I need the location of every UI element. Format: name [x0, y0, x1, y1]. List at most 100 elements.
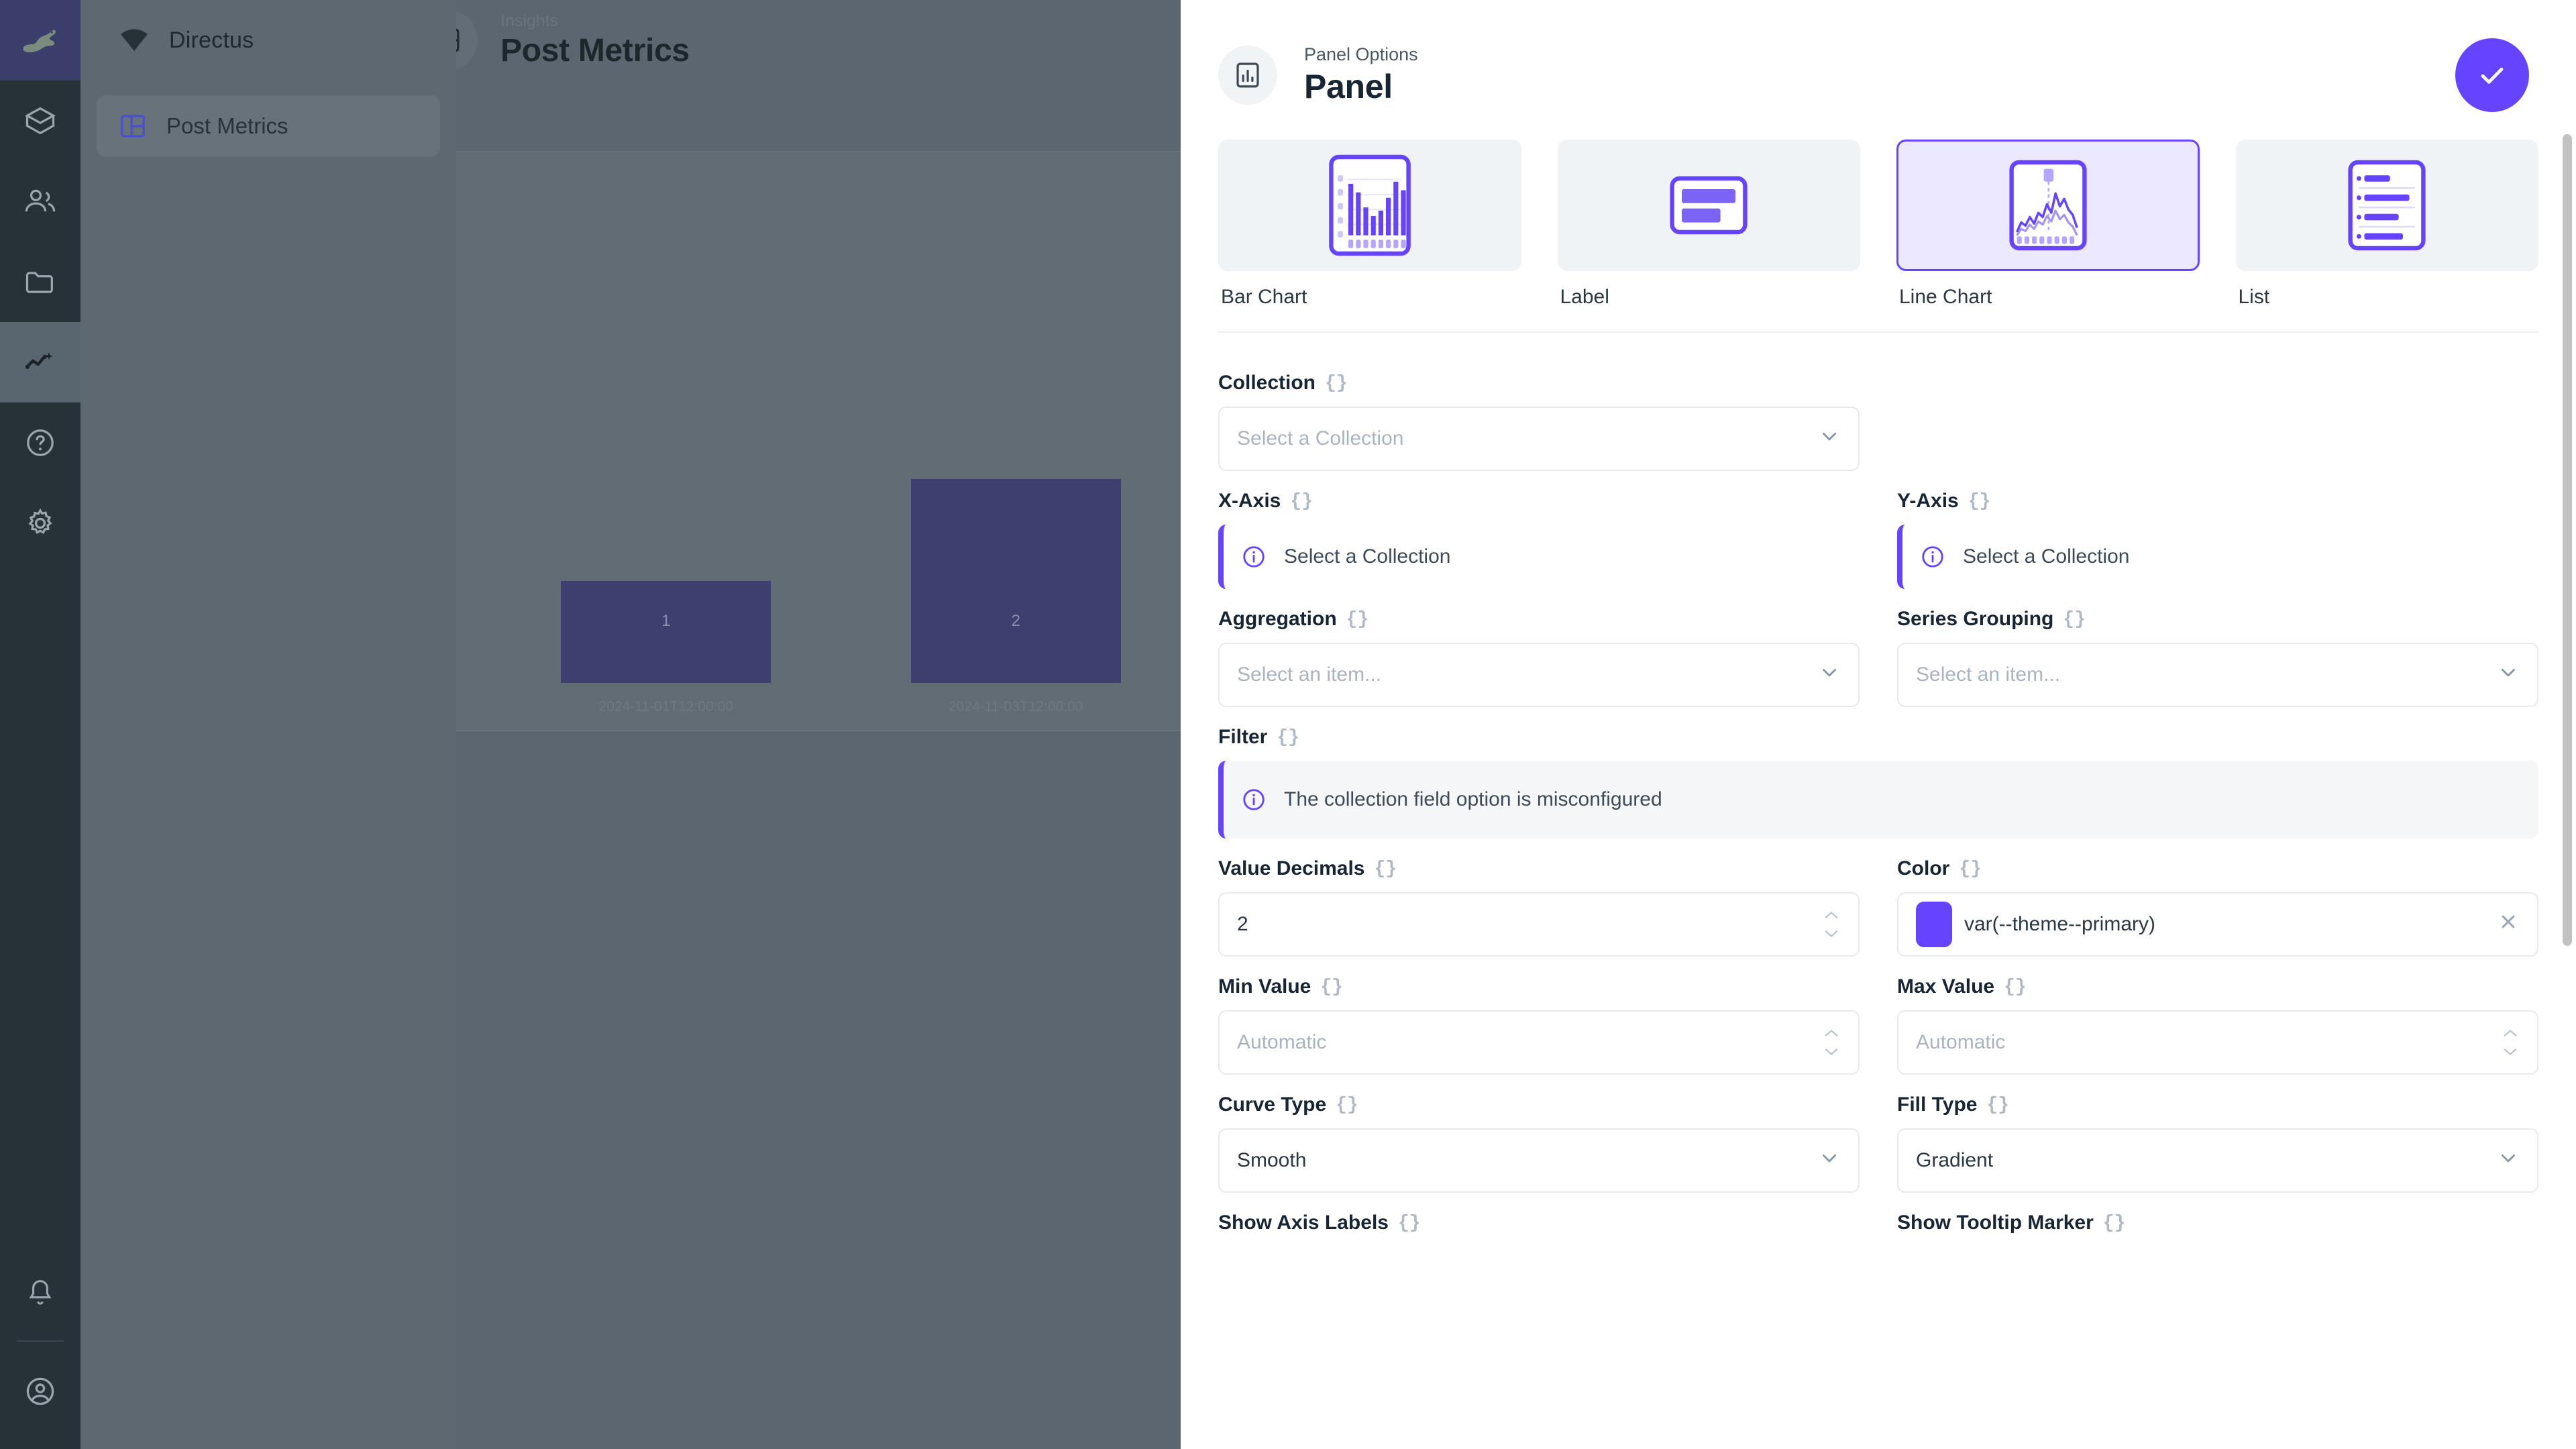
value-decimals-stepper[interactable] — [1822, 909, 1841, 940]
breadcrumb[interactable]: Insights — [500, 11, 690, 31]
raw-value-toggle-icon[interactable]: {} — [1398, 1213, 1421, 1234]
min-value-placeholder: Automatic — [1237, 1031, 1327, 1053]
y-axis-label: Y-Axis — [1897, 490, 1959, 512]
field-min-value: Min Value {} Automatic — [1218, 957, 1860, 1075]
chevron-up-icon — [1825, 912, 1838, 918]
panel-type-bar-chart[interactable]: Bar Chart — [1218, 140, 1521, 309]
y-axis-notice-text: Select a Collection — [1963, 545, 2130, 568]
aggregation-select[interactable]: Select an item... — [1218, 643, 1860, 707]
info-circle-icon — [1241, 544, 1267, 570]
field-label: Value Decimals {} — [1218, 857, 1860, 880]
raw-value-toggle-icon[interactable]: {} — [1290, 491, 1313, 512]
value-decimals-label: Value Decimals — [1218, 857, 1365, 879]
fill-type-select[interactable]: Gradient — [1897, 1128, 2538, 1193]
field-color: Color {} var(--theme--primary) — [1897, 839, 2538, 957]
x-axis-notice: Select a Collection — [1218, 525, 1860, 589]
drawer-eyebrow: Panel Options — [1304, 44, 1418, 64]
bar[interactable]: 2 — [910, 478, 1121, 683]
min-value-input[interactable]: Automatic — [1218, 1010, 1860, 1075]
bell-icon — [29, 1280, 52, 1305]
question-circle-icon — [27, 429, 54, 456]
series-grouping-label: Series Grouping — [1897, 608, 2054, 630]
raw-value-toggle-icon[interactable]: {} — [1374, 859, 1397, 879]
fill-type-value: Gradient — [1916, 1149, 1994, 1171]
chevron-down-icon — [2497, 661, 2520, 689]
raw-value-toggle-icon[interactable]: {} — [1959, 859, 1982, 879]
min-value-stepper[interactable] — [1822, 1027, 1841, 1058]
raw-value-toggle-icon[interactable]: {} — [2063, 609, 2086, 630]
show-tooltip-marker-label: Show Tooltip Marker — [1897, 1212, 2094, 1234]
raw-value-toggle-icon[interactable]: {} — [2103, 1213, 2126, 1234]
module-item-account[interactable] — [0, 1351, 80, 1432]
module-item-notifications[interactable] — [0, 1253, 80, 1334]
field-label: Y-Axis {} — [1897, 490, 2538, 513]
collection-select[interactable]: Select a Collection — [1218, 407, 1860, 471]
color-input[interactable]: var(--theme--primary) — [1897, 892, 2538, 957]
field-grid: Collection {} Select a Collection X-Axis — [1218, 333, 2538, 1246]
module-item-insights[interactable] — [0, 322, 80, 402]
raw-value-toggle-icon[interactable]: {} — [1346, 609, 1369, 630]
aggregation-placeholder: Select an item... — [1237, 663, 1382, 686]
field-series-grouping: Series Grouping {} Select an item... — [1897, 589, 2538, 707]
series-grouping-placeholder: Select an item... — [1916, 663, 2061, 686]
y-axis-notice: Select a Collection — [1897, 525, 2538, 589]
clear-color-button[interactable] — [2497, 910, 2520, 938]
max-value-stepper[interactable] — [2501, 1027, 2520, 1058]
check-icon — [2481, 67, 2504, 84]
color-value: var(--theme--primary) — [1964, 913, 2155, 935]
drawer-scrollbar[interactable] — [2563, 134, 2572, 946]
label-thumbnail — [1557, 140, 1860, 271]
directus-rabbit-logo[interactable] — [0, 0, 80, 80]
raw-value-toggle-icon[interactable]: {} — [1986, 1095, 2009, 1116]
raw-value-toggle-icon[interactable]: {} — [2004, 977, 2027, 998]
close-icon — [2502, 915, 2515, 928]
module-item-users[interactable] — [0, 161, 80, 241]
max-value-input[interactable]: Automatic — [1897, 1010, 2538, 1075]
max-value-label: Max Value — [1897, 975, 1995, 998]
value-decimals-input[interactable]: 2 — [1218, 892, 1860, 957]
module-item-settings[interactable] — [0, 483, 80, 564]
chevron-down-icon — [1818, 1146, 1841, 1175]
bar[interactable]: 1 — [561, 580, 771, 683]
collection-label: Collection — [1218, 372, 1316, 394]
curve-type-value: Smooth — [1237, 1149, 1307, 1171]
color-swatch[interactable] — [1916, 902, 1952, 947]
raw-value-toggle-icon[interactable]: {} — [1320, 977, 1343, 998]
module-item-help[interactable] — [0, 402, 80, 483]
box-icon — [25, 107, 56, 135]
series-grouping-select[interactable]: Select an item... — [1897, 643, 2538, 707]
raw-value-toggle-icon[interactable]: {} — [1325, 373, 1348, 394]
header-titles: Insights Post Metrics — [500, 11, 690, 69]
field-label: Min Value {} — [1218, 975, 1860, 998]
save-button[interactable] — [2455, 38, 2529, 112]
module-item-files[interactable] — [0, 241, 80, 322]
project-header[interactable]: Directus — [80, 0, 456, 80]
bar-chart-icon — [1218, 46, 1277, 105]
field-label: Filter {} — [1218, 726, 2538, 749]
raw-value-toggle-icon[interactable]: {} — [1277, 727, 1299, 748]
panel-type-line-chart[interactable]: Line Chart — [1896, 140, 2200, 309]
x-axis-notice-text: Select a Collection — [1284, 545, 1451, 568]
field-show-axis-labels: Show Axis Labels {} — [1218, 1193, 1860, 1246]
list-preview-icon — [2348, 160, 2426, 251]
field-label: Max Value {} — [1897, 975, 2538, 998]
min-value-label: Min Value — [1218, 975, 1311, 998]
sidebar-item-post-metrics[interactable]: Post Metrics — [97, 95, 440, 157]
curve-type-label: Curve Type — [1218, 1093, 1327, 1116]
field-y-axis: Y-Axis {} Select a Collection — [1897, 471, 2538, 589]
dashboard-icon — [118, 111, 148, 141]
panel-type-label: Label — [1560, 286, 1609, 308]
raw-value-toggle-icon[interactable]: {} — [1336, 1095, 1358, 1116]
raw-value-toggle-icon[interactable]: {} — [1968, 491, 1991, 512]
x-axis-label: X-Axis — [1218, 490, 1281, 512]
field-curve-type: Curve Type {} Smooth — [1218, 1075, 1860, 1193]
panel-type-label[interactable]: Label — [1557, 140, 1860, 309]
module-item-content[interactable] — [0, 80, 80, 161]
aggregation-label: Aggregation — [1218, 608, 1337, 630]
folder-icon — [25, 272, 53, 293]
filter-label: Filter — [1218, 726, 1268, 748]
field-label: Series Grouping {} — [1897, 608, 2538, 631]
curve-type-select[interactable]: Smooth — [1218, 1128, 1860, 1193]
field-label: Curve Type {} — [1218, 1093, 1860, 1116]
panel-type-list[interactable]: List — [2235, 140, 2538, 309]
